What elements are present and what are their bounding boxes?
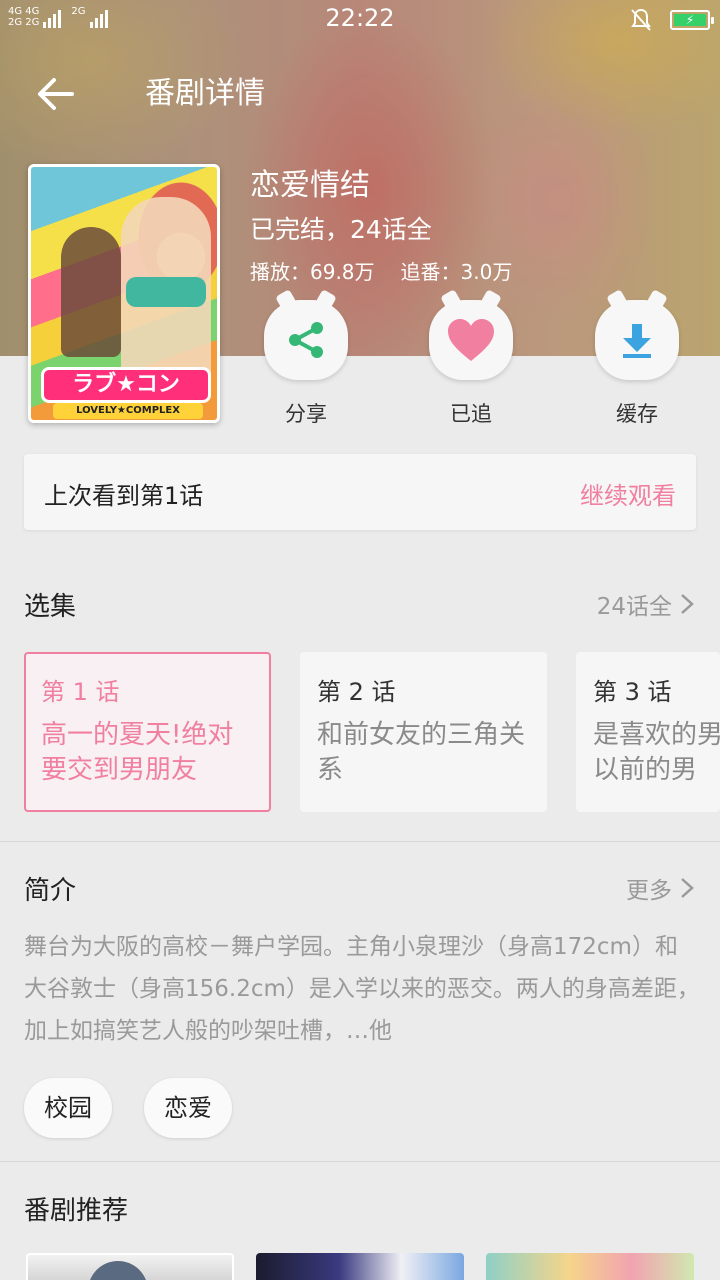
divider — [0, 841, 720, 842]
chevron-right-icon — [681, 594, 694, 614]
chevron-right-icon — [681, 878, 694, 898]
show-poster[interactable]: ラブ★コン LOVELY★COMPLEX — [28, 164, 220, 423]
continue-watching-card: 上次看到第1话 继续观看 — [24, 454, 696, 530]
intro-more-link[interactable]: 更多 — [626, 871, 694, 905]
episodes-section-title: 选集 — [24, 592, 77, 622]
episode-title: 和前女友的三角关系 — [317, 720, 526, 785]
play-count: 播放：69.8万 — [250, 260, 375, 284]
page-title: 番剧详情 — [145, 76, 265, 111]
download-label: 缓存 — [616, 402, 658, 426]
intro-text: 舞台为大阪的高校－舞户学园。主角小泉理沙（身高172cm）和大谷敦士（身高156… — [24, 934, 700, 1044]
share-icon — [289, 322, 323, 358]
recommend-thumb-figure — [88, 1261, 148, 1280]
episode-title-text: 是喜欢的男人还是以前的男 — [593, 720, 720, 785]
follow-button[interactable]: 已追 — [426, 300, 516, 428]
show-status: 已完结，24话全 — [250, 215, 432, 244]
episode-number: 第 3 话 — [593, 678, 672, 706]
download-button[interactable]: 缓存 — [592, 300, 682, 428]
download-icon — [623, 324, 651, 358]
recommend-thumb-3[interactable] — [486, 1253, 694, 1280]
divider — [0, 1161, 720, 1162]
status-bar: 4G 4G 2G 2G 2G 22:22 ⚡ — [0, 0, 720, 38]
episode-card-3[interactable]: 第 3 话 是喜欢的男人还是以前的男 — [576, 652, 720, 812]
poster-logo: ラブ★コン — [41, 367, 211, 403]
intro-section-title: 简介 — [24, 876, 77, 906]
episode-title: 是喜欢的男人还是以前的男 — [593, 718, 720, 788]
tag-campus[interactable]: 校园 — [24, 1078, 112, 1138]
heart-icon — [448, 319, 494, 361]
status-time: 22:22 — [325, 4, 395, 32]
recommend-section-title: 番剧推荐 — [24, 1196, 129, 1226]
poster-logo-sub: LOVELY★COMPLEX — [53, 403, 203, 419]
episode-number: 第 2 话 — [317, 678, 396, 706]
poster-figure-boy — [61, 227, 121, 357]
recommend-thumb-1[interactable] — [26, 1253, 234, 1280]
episode-card-1[interactable]: 第 1 话 高一的夏天!绝对要交到男朋友 — [24, 652, 271, 812]
show-title: 恋爱情结 — [250, 168, 370, 203]
poster-scarf — [126, 277, 206, 307]
battery-icon: ⚡ — [670, 10, 714, 30]
tag-romance[interactable]: 恋爱 — [144, 1078, 232, 1138]
episodes-more-link[interactable]: 24话全 — [597, 587, 694, 621]
episode-title: 高一的夏天!绝对要交到男朋友 — [41, 720, 234, 785]
show-stats: 播放：69.8万 追番：3.0万 — [250, 256, 512, 285]
back-arrow-icon[interactable] — [34, 72, 78, 116]
share-label: 分享 — [285, 402, 327, 426]
episode-number: 第 1 话 — [41, 678, 120, 706]
recommend-thumb-2[interactable] — [256, 1253, 464, 1280]
episodes-count: 24话全 — [596, 594, 672, 620]
last-watched-text: 上次看到第1话 — [44, 482, 204, 510]
continue-watching-button[interactable]: 继续观看 — [580, 476, 676, 511]
intro-more-label: 更多 — [626, 878, 672, 904]
episode-card-2[interactable]: 第 2 话 和前女友的三角关系 — [300, 652, 547, 812]
follow-label: 已追 — [450, 402, 492, 426]
share-button[interactable]: 分享 — [261, 300, 351, 428]
mute-icon — [631, 8, 651, 31]
follow-count: 追番：3.0万 — [400, 260, 513, 284]
